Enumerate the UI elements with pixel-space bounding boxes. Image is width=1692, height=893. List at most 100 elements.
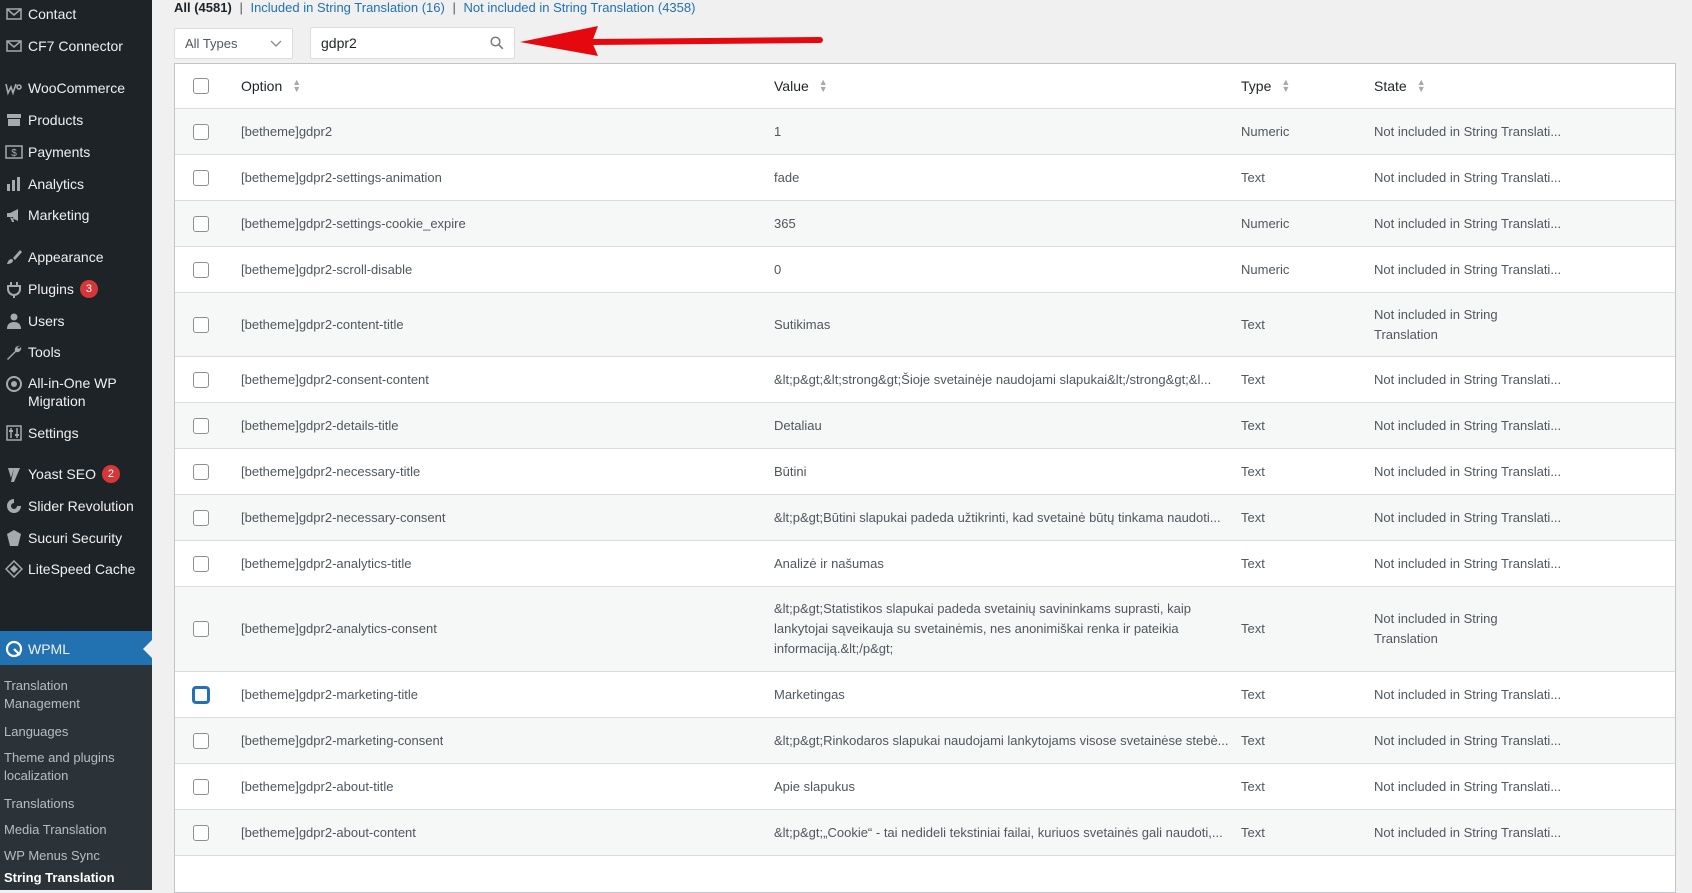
column-header-label: State	[1374, 78, 1407, 94]
option-name[interactable]: [betheme]gdpr2-marketing-title	[241, 685, 418, 705]
sidebar-item-appearance[interactable]: Appearance	[0, 247, 152, 267]
sidebar-item-label: Yoast SEO	[28, 466, 96, 482]
option-name[interactable]: [betheme]gdpr2-analytics-consent	[241, 619, 437, 639]
row-checkbox[interactable]	[193, 371, 209, 388]
option-name[interactable]: [betheme]gdpr2	[241, 122, 332, 142]
option-name[interactable]: [betheme]gdpr2-necessary-title	[241, 462, 420, 482]
sidebar-item-tools[interactable]: Tools	[0, 342, 152, 362]
wpml-icon	[0, 639, 28, 659]
type-cell: Text	[1241, 541, 1361, 586]
sidebar-item-label: Payments	[28, 144, 91, 160]
row-checkbox[interactable]	[193, 824, 209, 841]
sidebar-item-marketing[interactable]: Marketing	[0, 205, 152, 225]
option-cell: [betheme]gdpr2-content-title	[241, 293, 761, 356]
search-input[interactable]	[321, 35, 481, 51]
option-name[interactable]: [betheme]gdpr2-about-title	[241, 777, 393, 797]
option-type: Text	[1241, 621, 1265, 636]
submenu-item-translations[interactable]: Translations	[4, 795, 144, 813]
option-value: Apie slapukus	[774, 778, 855, 794]
option-name[interactable]: [betheme]gdpr2-details-title	[241, 416, 399, 436]
type-cell: Text	[1241, 810, 1361, 855]
option-name[interactable]: [betheme]gdpr2-settings-cookie_expire	[241, 214, 466, 234]
sidebar-item-settings[interactable]: Settings	[0, 423, 152, 443]
megaphone-icon	[0, 205, 28, 225]
sidebar-item-slider-revolution[interactable]: Slider Revolution	[0, 496, 152, 516]
sort-arrows-icon[interactable]: ▲ ▼	[292, 78, 301, 94]
sidebar-item-label: Tools	[28, 344, 61, 360]
row-checkbox-cell	[193, 155, 213, 200]
sidebar-item-products[interactable]: Products	[0, 110, 152, 130]
sidebar-item-contact[interactable]: Contact	[0, 4, 152, 24]
settings-icon	[0, 423, 28, 443]
row-checkbox[interactable]	[193, 261, 209, 278]
sidebar-item-wpml[interactable]: WPML	[0, 631, 152, 667]
submenu-item-theme-and-plugins-localization[interactable]: Theme and plugins localization	[4, 749, 144, 785]
update-count-badge: 2	[101, 465, 120, 483]
submenu-item-string-translation[interactable]: String Translation	[4, 869, 144, 887]
sidebar-item-litespeed-cache[interactable]: LiteSpeed Cache	[0, 559, 152, 579]
row-checkbox[interactable]	[193, 732, 209, 749]
filter-all[interactable]: All (4581)	[174, 0, 232, 15]
select-all-checkbox[interactable]	[193, 78, 209, 94]
table-row: [betheme]gdpr2 1 Numeric Not included in St…	[175, 109, 1675, 155]
option-name[interactable]: [betheme]gdpr2-marketing-consent	[241, 731, 443, 751]
sidebar-item-yoast-seo[interactable]: Yoast SEO 2	[0, 464, 152, 484]
option-value: Būtini	[774, 463, 807, 479]
filter-not-included[interactable]: Not included in String Translation (4358…	[463, 0, 695, 15]
row-checkbox[interactable]	[193, 169, 209, 186]
sidebar-item-payments[interactable]: $ Payments	[0, 142, 152, 162]
row-checkbox[interactable]	[193, 555, 209, 572]
row-checkbox[interactable]	[193, 509, 209, 526]
option-cell: [betheme]gdpr2-necessary-consent	[241, 495, 761, 540]
row-checkbox-cell	[193, 718, 213, 763]
sidebar-item-label: Products	[28, 112, 84, 128]
row-checkbox[interactable]	[193, 463, 209, 480]
sidebar-item-analytics[interactable]: Analytics	[0, 174, 152, 194]
column-header-label: Value	[774, 78, 809, 94]
option-type: Text	[1241, 555, 1265, 571]
column-header-option[interactable]: Option ▲ ▼	[241, 64, 761, 108]
column-header-value[interactable]: Value ▲ ▼	[774, 64, 1232, 108]
sort-arrows-icon[interactable]: ▲ ▼	[1281, 78, 1290, 94]
mail-icon	[0, 36, 28, 56]
value-cell: &lt;p&gt;„Cookie“ - tai nedideli tekstin…	[774, 810, 1232, 855]
option-state: Not included in String Translati...	[1374, 824, 1562, 840]
type-select[interactable]: All Types	[174, 28, 293, 59]
option-name[interactable]: [betheme]gdpr2-content-title	[241, 315, 404, 335]
sidebar-item-all-in-one-wp-migration[interactable]: All-in-One WP Migration	[0, 374, 152, 410]
table-row: [betheme]gdpr2-settings-animation fade Tex…	[175, 155, 1675, 201]
option-state: Not included in String Translation	[1374, 306, 1498, 342]
submenu-item-translation-management[interactable]: Translation Management	[4, 677, 144, 713]
sort-arrows-icon[interactable]: ▲ ▼	[819, 79, 828, 93]
plugin-icon	[0, 279, 28, 299]
row-checkbox[interactable]	[193, 417, 209, 434]
option-name[interactable]: [betheme]gdpr2-settings-animation	[241, 168, 442, 188]
select-all-checkbox-cell	[193, 64, 213, 108]
submenu-item-wp-menus-sync[interactable]: WP Menus Sync	[4, 847, 144, 865]
row-checkbox[interactable]	[193, 778, 209, 795]
option-name[interactable]: [betheme]gdpr2-consent-content	[241, 370, 429, 390]
option-name[interactable]: [betheme]gdpr2-scroll-disable	[241, 260, 412, 280]
submenu-item-media-translation[interactable]: Media Translation	[4, 821, 144, 839]
option-name[interactable]: [betheme]gdpr2-about-content	[241, 823, 416, 843]
sidebar-item-plugins[interactable]: Plugins 3	[0, 279, 152, 299]
sidebar-item-woocommerce[interactable]: WooCommerce	[0, 78, 152, 98]
submenu-item-languages[interactable]: Languages	[4, 723, 144, 741]
search-icon[interactable]	[490, 36, 504, 50]
sidebar-item-cf7-connector[interactable]: CF7 Connector	[0, 36, 152, 56]
row-checkbox[interactable]	[193, 316, 209, 333]
option-name[interactable]: [betheme]gdpr2-analytics-title	[241, 554, 412, 574]
sidebar-item-sucuri-security[interactable]: Sucuri Security	[0, 528, 152, 548]
column-header-state[interactable]: State ▲ ▼	[1374, 64, 1564, 108]
column-header-type[interactable]: Type ▲ ▼	[1241, 64, 1361, 108]
search-box[interactable]	[310, 27, 515, 59]
filter-included[interactable]: Included in String Translation (16)	[250, 0, 444, 15]
row-checkbox[interactable]	[193, 215, 209, 232]
sort-arrows-icon[interactable]: ▲ ▼	[1417, 79, 1426, 93]
sidebar-item-users[interactable]: Users	[0, 311, 152, 331]
option-name[interactable]: [betheme]gdpr2-necessary-consent	[241, 508, 446, 528]
row-checkbox[interactable]	[193, 621, 209, 637]
option-type: Text	[1241, 316, 1265, 332]
row-checkbox[interactable]	[193, 123, 209, 140]
row-checkbox[interactable]	[193, 686, 209, 703]
